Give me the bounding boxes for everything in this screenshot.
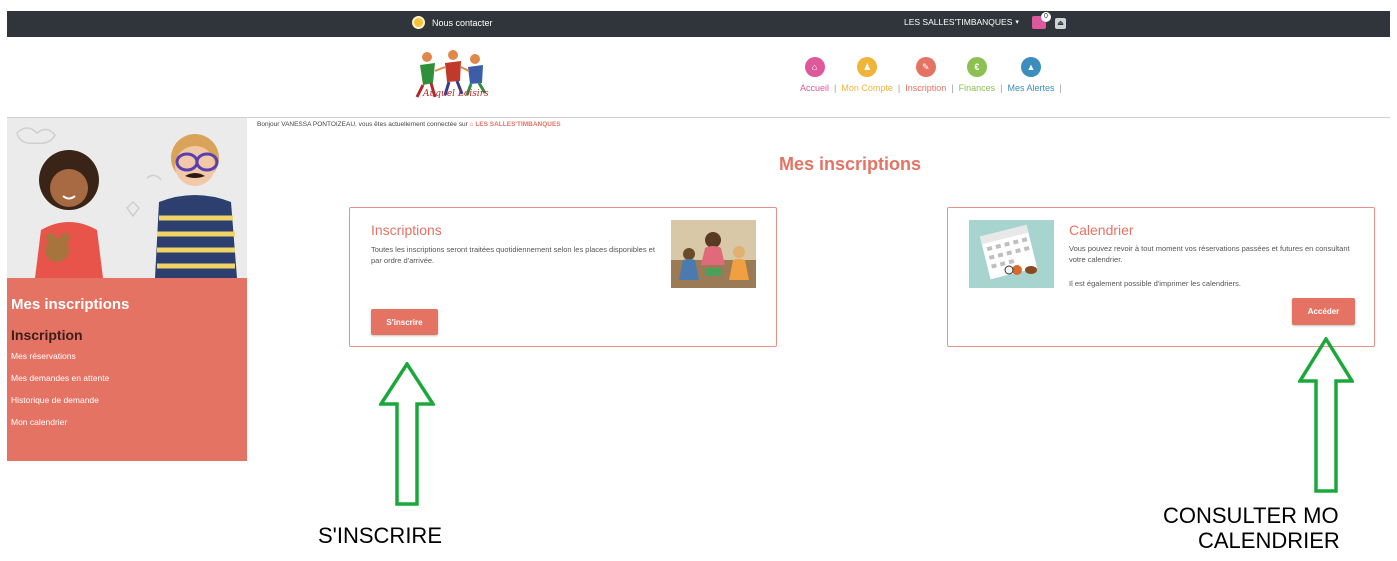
nav-separator: | xyxy=(834,83,837,93)
sidebar: Mes inscriptions Inscription Mes réserva… xyxy=(7,278,247,461)
nav-separator: | xyxy=(897,83,901,93)
card-text: Vous pouvez revoir à tout moment vos rés… xyxy=(1069,244,1350,264)
nav-label: Mes Alertes xyxy=(1007,83,1055,93)
sidebar-item-calendrier[interactable]: Mon calendrier xyxy=(11,417,67,427)
nav-item-finances[interactable]: € Finances xyxy=(958,57,996,93)
nav-item-inscription[interactable]: ✎ Inscription xyxy=(905,57,946,93)
home-icon: ⌂ xyxy=(804,57,825,77)
logo-text: Auquel Loisirs xyxy=(423,89,489,99)
venue-link[interactable]: ⌂ LES SALLES'TIMBANQUES xyxy=(470,121,561,128)
card-text: Toutes les inscriptions seront traitées … xyxy=(371,245,655,265)
acceder-button[interactable]: Accéder xyxy=(1292,298,1355,325)
venue-name: LES SALLES'TIMBANQUES xyxy=(475,121,561,128)
card-inscriptions: Inscriptions Toutes les inscriptions ser… xyxy=(349,207,777,347)
nav-label: Accueil xyxy=(800,83,830,93)
nav-item-accueil[interactable]: ⌂ Accueil xyxy=(800,57,829,93)
card-title: Calendrier xyxy=(1069,222,1134,238)
nav-item-mes-alertes[interactable]: ▲ Mes Alertes xyxy=(1007,57,1055,93)
arrow-up-icon xyxy=(1298,337,1354,493)
logout-icon[interactable]: ⏏ xyxy=(1055,18,1066,29)
pencil-icon: ✎ xyxy=(915,57,936,77)
sidebar-item-demandes[interactable]: Mes demandes en attente xyxy=(11,373,109,383)
main-nav: ⌂ Accueil | ♟ Mon Compte | ✎ Inscription… xyxy=(800,57,1067,93)
sidebar-item-historique[interactable]: Historique de demande xyxy=(11,395,99,405)
account-label: LES SALLES'TIMBANQUES xyxy=(904,17,1013,27)
nav-separator: | xyxy=(1059,83,1062,93)
arrow-up-icon xyxy=(379,362,435,506)
sidebar-item-reservations[interactable]: Mes réservations xyxy=(11,351,76,361)
contact-icon xyxy=(412,16,425,29)
sinscrire-button[interactable]: S'inscrire xyxy=(371,309,438,335)
chevron-down-icon: ▾ xyxy=(1015,19,1019,26)
account-dropdown[interactable]: LES SALLES'TIMBANQUES ▾ xyxy=(904,17,1019,27)
nav-item-mon-compte[interactable]: ♟ Mon Compte xyxy=(841,57,893,93)
nav-label: Mon Compte xyxy=(841,83,893,93)
contact-link[interactable]: Nous contacter xyxy=(412,16,493,29)
calendar-image xyxy=(969,220,1054,288)
nav-label: Inscription xyxy=(905,83,947,93)
euro-icon: € xyxy=(966,57,987,77)
annotation-calendrier-line2: CALENDRIER xyxy=(1198,528,1340,553)
sidebar-title: Mes inscriptions xyxy=(11,296,130,313)
annotation-calendrier-line1: CONSULTER MO xyxy=(1163,503,1339,528)
alert-icon: ▲ xyxy=(1021,57,1041,77)
card-text: Il est également possible d'imprimer les… xyxy=(1069,279,1241,288)
logo[interactable]: Auquel Loisirs xyxy=(405,45,500,105)
hero-image xyxy=(7,118,247,278)
greeting-text: Bonjour VANESSA PONTOIZEAU, vous êtes ac… xyxy=(257,121,468,128)
page-title: Mes inscriptions xyxy=(779,154,922,174)
top-bar: Nous contacter LES SALLES'TIMBANQUES ▾ 0… xyxy=(7,11,1390,37)
nav-separator: | xyxy=(1000,83,1003,93)
contact-label: Nous contacter xyxy=(432,17,493,28)
account-icon: ♟ xyxy=(857,57,878,77)
home-icon: ⌂ xyxy=(469,121,474,128)
nav-label: Finances xyxy=(958,83,996,93)
card-title: Inscriptions xyxy=(371,222,442,238)
greeting: Bonjour VANESSA PONTOIZEAU, vous êtes ac… xyxy=(257,121,561,128)
nav-separator: | xyxy=(951,83,954,93)
annotation-sinscrire: S'INSCRIRE xyxy=(318,523,442,548)
card-image xyxy=(671,220,756,288)
cart-badge: 0 xyxy=(1041,12,1051,22)
card-calendrier: Calendrier Vous pouvez revoir à tout mom… xyxy=(947,207,1375,347)
sidebar-subtitle[interactable]: Inscription xyxy=(11,327,83,343)
